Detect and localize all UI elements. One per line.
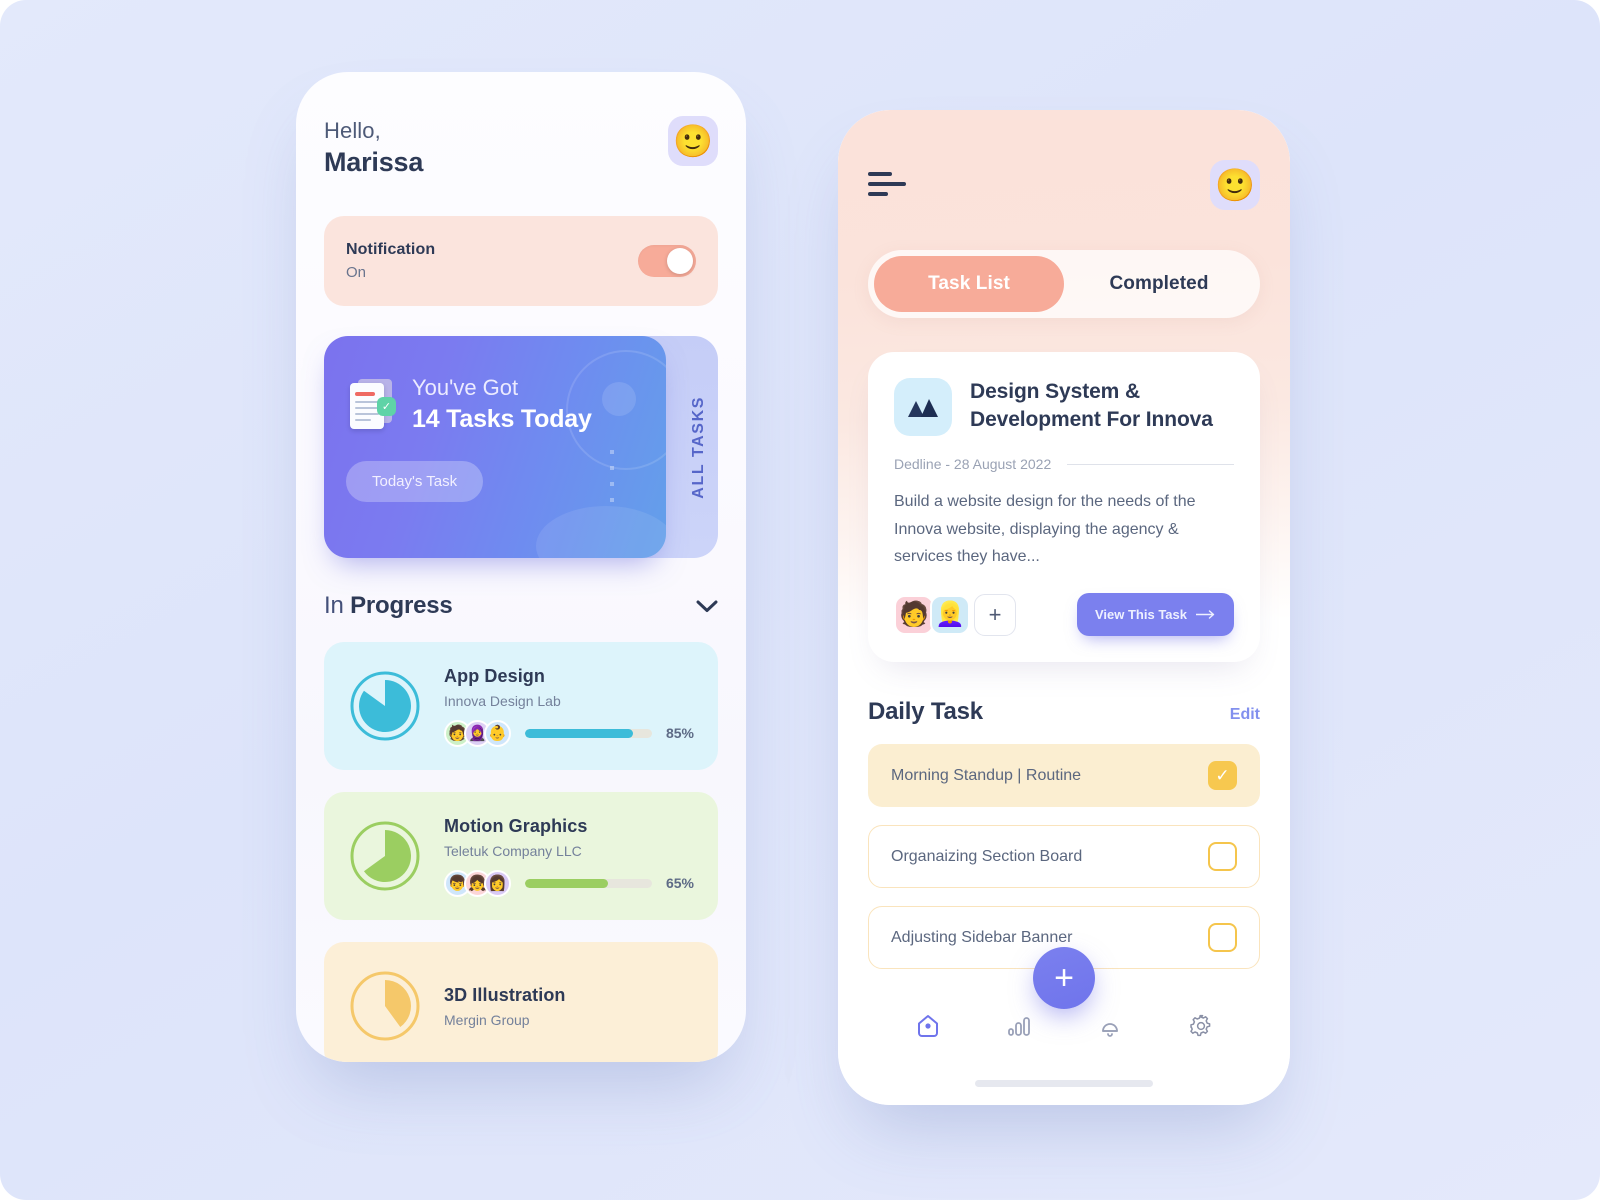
daily-task-row[interactable]: Morning Standup | Routine ✓ [868, 744, 1260, 808]
progress-bar-fill [525, 878, 608, 888]
home-icon [917, 1015, 938, 1037]
chevron-down-icon[interactable] [696, 600, 718, 613]
task-description: Build a website design for the needs of … [894, 493, 1196, 566]
progress-bar-fill [525, 728, 633, 738]
decor-cloud [536, 506, 666, 559]
task-member-avatar: 🧑 [894, 594, 934, 635]
home-indicator [975, 1080, 1153, 1087]
progress-bar-track [525, 878, 652, 888]
daily-task-list: Morning Standup | Routine ✓ Organaizing Se… [868, 744, 1260, 970]
daily-task-label: Organaizing Section Board [891, 847, 1083, 865]
progress-title: 3D Illustration [444, 984, 566, 1005]
todays-task-card[interactable]: ✓ You've Got 14 Tasks Today Today's Task [324, 336, 666, 559]
progress-pie-chart [350, 671, 420, 741]
arrow-right-icon [1196, 610, 1215, 619]
tab-completed[interactable]: Completed [1064, 256, 1254, 312]
greeting-hello: Hello, [324, 118, 381, 143]
progress-row: 🧑 🧕 👶 85% [444, 719, 694, 747]
add-task-fab[interactable]: + [1033, 947, 1095, 1009]
toggle-knob [667, 248, 693, 275]
progress-title: App Design [444, 665, 546, 686]
todays-tasks-hero: ALL TASKS ✓ You've Got 14 Tasks Today To… [324, 336, 718, 559]
bell-icon [1101, 1023, 1118, 1037]
hamburger-menu-icon[interactable] [868, 172, 906, 198]
view-task-button[interactable]: View This Task [1076, 593, 1234, 637]
daily-task-label: Adjusting Sidebar Banner [891, 928, 1073, 946]
notification-toggle[interactable] [638, 245, 696, 278]
task-tabs: Task List Completed [868, 250, 1260, 318]
divider [1067, 463, 1234, 465]
progress-info: 3D Illustration Mergin Group [444, 985, 694, 1028]
task-title: Design System & Development For Innova [970, 380, 1213, 431]
daily-task-row[interactable]: Organaizing Section Board [868, 825, 1260, 889]
progress-company: Teletuk Company LLC [444, 842, 582, 859]
progress-pie-chart [350, 821, 420, 891]
progress-row: 👦 👧 👩 65% [444, 869, 694, 897]
task-member-avatar: 👱‍♀️ [930, 594, 970, 635]
daily-task-checkbox[interactable] [1208, 842, 1237, 872]
progress-info: Motion Graphics Teletuk Company LLC 👦 👧 👩 65% [444, 816, 694, 897]
nav-item-settings[interactable] [1155, 1011, 1246, 1041]
notification-status: On [346, 264, 367, 282]
hero-line-1: You've Got [412, 375, 519, 401]
daily-task-label: Morning Standup | Routine [891, 766, 1082, 784]
in-progress-title: In Progress [324, 592, 453, 620]
member-avatars[interactable]: 🧑 🧕 👶 [444, 719, 511, 747]
daily-task-title: Daily Task [868, 698, 983, 726]
decor-circle-fill [602, 382, 636, 417]
progress-percent: 65% [665, 875, 694, 892]
hero-line-2: 14 Tasks Today [412, 404, 592, 433]
greeting-name: Marissa [324, 147, 424, 178]
task-members: 🧑 👱‍♀️ + [894, 593, 1016, 636]
app-canvas: Hello, Marissa 🙂 Notification On ALL TAS… [0, 0, 1600, 1200]
progress-percent: 85% [665, 725, 694, 742]
task-deadline: Dedline - 28 August 2022 [894, 456, 1052, 472]
member-avatars[interactable]: 👦 👧 👩 [444, 869, 511, 897]
todays-task-button[interactable]: Today's Task [346, 461, 484, 503]
avatar[interactable]: 🙂 [1210, 160, 1260, 210]
progress-company: Mergin Group [444, 1011, 530, 1028]
greeting-header: Hello, Marissa 🙂 [324, 72, 718, 180]
phone-screen-home: Hello, Marissa 🙂 Notification On ALL TAS… [296, 72, 746, 1062]
progress-info: App Design Innova Design Lab 🧑 🧕 👶 85% [444, 666, 694, 747]
member-avatar: 👶 [484, 719, 511, 747]
task-header: 🙂 [868, 110, 1260, 210]
progress-bar-track [525, 728, 652, 738]
progress-card[interactable]: Motion Graphics Teletuk Company LLC 👦 👧 👩 65% [324, 792, 718, 921]
gear-icon [1189, 1014, 1210, 1037]
featured-task-card[interactable]: Design System & Development For Innova D… [868, 352, 1260, 663]
progress-card[interactable]: App Design Innova Design Lab 🧑 🧕 👶 85% [324, 642, 718, 771]
view-task-label: View This Task [1094, 607, 1187, 623]
daily-task-checkbox[interactable] [1208, 923, 1237, 953]
progress-list: App Design Innova Design Lab 🧑 🧕 👶 85% Motion … [324, 642, 718, 1062]
add-member-button[interactable]: + [974, 593, 1016, 636]
document-check-icon: ✓ [346, 377, 398, 433]
bar-chart-icon [1007, 1017, 1030, 1036]
progress-card[interactable]: 3D Illustration Mergin Group [324, 942, 718, 1062]
nav-item-notifications[interactable] [1064, 1011, 1155, 1041]
notification-title: Notification [346, 241, 436, 259]
phone-screen-tasks: 🙂 Task List Completed Design System & Dev… [838, 110, 1290, 1105]
user-avatar-icon: 🙂 [673, 123, 713, 159]
progress-pie-chart [350, 971, 420, 1041]
nav-item-stats[interactable] [973, 1011, 1064, 1041]
user-avatar-icon: 🙂 [1215, 167, 1255, 203]
mountain-logo-icon [894, 378, 952, 436]
nav-item-home[interactable] [882, 1011, 973, 1041]
progress-company: Innova Design Lab [444, 692, 561, 709]
all-tasks-label: ALL TASKS [690, 395, 707, 499]
decor-dots [610, 450, 614, 503]
member-avatar: 👩 [484, 869, 511, 897]
tab-task-list[interactable]: Task List [874, 256, 1064, 312]
notification-card[interactable]: Notification On [324, 216, 718, 307]
progress-title: Motion Graphics [444, 815, 588, 836]
daily-task-header: Daily Task Edit [868, 698, 1260, 726]
edit-link[interactable]: Edit [1230, 706, 1260, 724]
avatar[interactable]: 🙂 [668, 116, 718, 166]
daily-task-checkbox[interactable]: ✓ [1208, 761, 1237, 791]
in-progress-header: In Progress [324, 592, 718, 620]
